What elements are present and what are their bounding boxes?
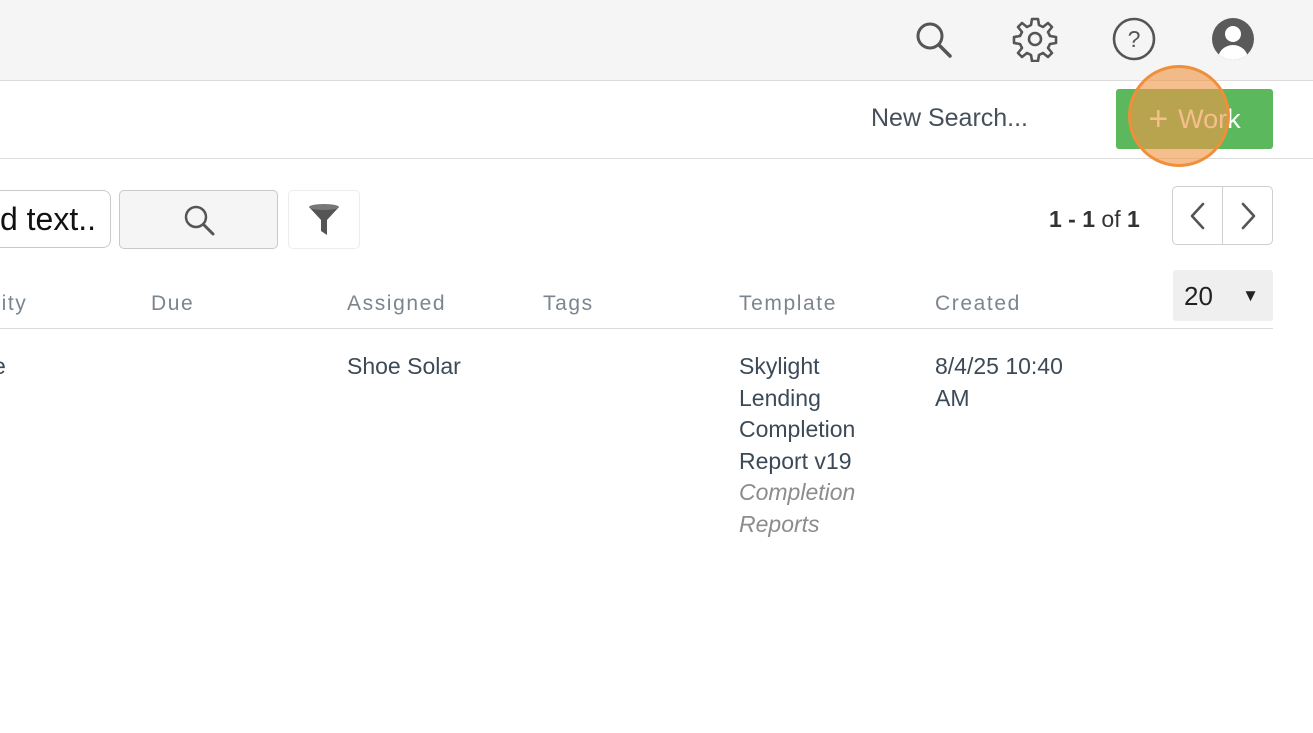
table-header-divider: [0, 328, 1273, 329]
search-icon[interactable]: [910, 16, 956, 62]
pager: [1172, 186, 1273, 245]
column-header-tags[interactable]: Tags: [543, 292, 594, 316]
per-page-value: 20: [1184, 281, 1213, 311]
template-name[interactable]: Skylight Lending Completion Report v19: [739, 353, 855, 474]
previous-page-button[interactable]: [1173, 187, 1222, 244]
gear-icon[interactable]: [1012, 16, 1058, 62]
dropdown-arrow-icon: ▼: [1242, 286, 1259, 305]
column-header-template[interactable]: Template: [739, 292, 837, 316]
column-header-assigned[interactable]: Assigned: [347, 292, 446, 316]
column-header-created[interactable]: Created: [935, 292, 1021, 316]
cell-template: Skylight Lending Completion Report v19 C…: [739, 351, 889, 540]
per-page-select[interactable]: 20 ▼: [1173, 270, 1273, 321]
search-button[interactable]: [119, 190, 278, 249]
pagination-summary: 1 - 1 of 1: [1049, 206, 1140, 233]
secondary-toolbar: New Search... + Work: [0, 82, 1313, 159]
total-count: 1: [1127, 206, 1140, 232]
plus-icon: +: [1148, 100, 1169, 138]
help-icon[interactable]: ?: [1111, 16, 1157, 62]
svg-text:?: ?: [1128, 26, 1141, 52]
range-end: 1: [1082, 206, 1096, 232]
cell-priority: e: [0, 351, 6, 383]
filter-button[interactable]: [288, 190, 360, 249]
add-work-button[interactable]: + Work: [1116, 89, 1273, 149]
range-start: 1: [1049, 206, 1062, 232]
of-label: of: [1095, 206, 1128, 232]
template-category: Completion Reports: [739, 479, 856, 537]
column-header-due[interactable]: Due: [151, 292, 194, 316]
new-search-link[interactable]: New Search...: [871, 104, 1028, 133]
search-input[interactable]: d text..: [0, 190, 111, 248]
column-header-priority[interactable]: rity: [0, 292, 27, 316]
chevron-left-icon: [1190, 202, 1204, 229]
cell-assigned: Shoe Solar: [347, 353, 461, 379]
search-icon: [184, 205, 214, 235]
top-app-bar: ?: [0, 0, 1313, 81]
next-page-button[interactable]: [1222, 187, 1272, 244]
cell-created: 8/4/25 10:40 AM: [935, 353, 1063, 411]
funnel-icon: [309, 203, 339, 235]
range-separator: -: [1061, 206, 1083, 232]
add-work-label: Work: [1178, 103, 1241, 134]
user-avatar-icon[interactable]: [1210, 16, 1256, 62]
chevron-right-icon: [1241, 202, 1255, 229]
